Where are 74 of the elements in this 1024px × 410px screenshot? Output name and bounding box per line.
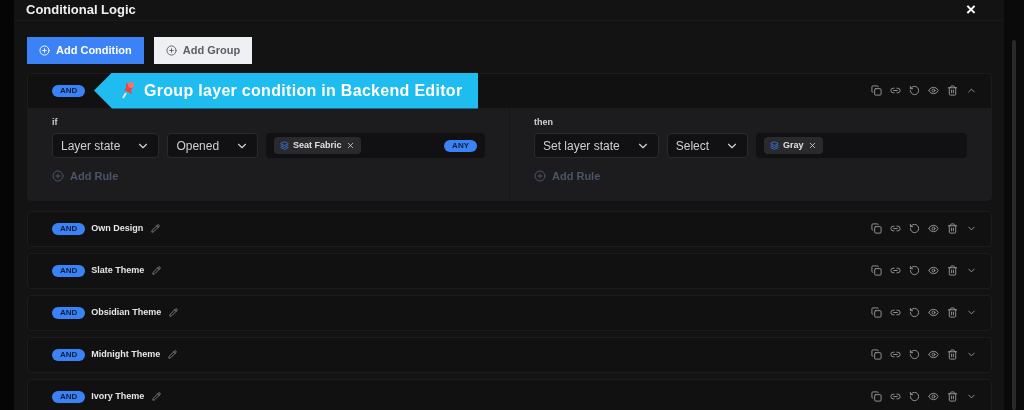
add-rule-button[interactable]: Add Rule: [534, 168, 601, 185]
remove-icon[interactable]: [807, 141, 817, 150]
section-label: then: [534, 115, 554, 129]
link-icon[interactable]: [890, 85, 901, 96]
edit-icon[interactable]: [168, 350, 178, 359]
group-name: Obsidian Theme: [91, 305, 162, 319]
close-button[interactable]: ×: [966, 1, 976, 19]
plus-icon: [534, 170, 546, 183]
reset-icon[interactable]: [909, 349, 920, 360]
link-icon[interactable]: [890, 349, 901, 360]
add-rule-button[interactable]: Add Rule: [52, 168, 119, 185]
copy-icon[interactable]: [871, 223, 882, 234]
eye-icon[interactable]: [928, 85, 939, 96]
operator-badge[interactable]: AND: [52, 390, 86, 403]
eye-icon[interactable]: [928, 265, 939, 276]
trash-icon[interactable]: [947, 85, 958, 96]
trash-icon[interactable]: [947, 349, 958, 360]
eye-icon[interactable]: [928, 349, 939, 360]
eye-icon[interactable]: [928, 391, 939, 402]
dropdown[interactable]: Layer state: [52, 133, 160, 158]
operator-badge[interactable]: AND: [52, 222, 86, 235]
copy-icon[interactable]: [871, 307, 882, 318]
group-name: Midnight Theme: [91, 347, 161, 361]
section-label: if: [52, 115, 59, 129]
operator-badge[interactable]: AND: [52, 264, 86, 277]
reset-icon[interactable]: [909, 265, 920, 276]
scrollbar[interactable]: [1012, 40, 1016, 410]
copy-icon[interactable]: [871, 391, 882, 402]
tags-field[interactable]: Seat Fabric ANY: [266, 133, 485, 158]
eye-icon[interactable]: [928, 307, 939, 318]
tags-field[interactable]: Gray: [756, 133, 967, 158]
link-icon[interactable]: [890, 391, 901, 402]
eye-icon[interactable]: [928, 223, 939, 234]
link-icon[interactable]: [890, 223, 901, 234]
operator-badge[interactable]: AND: [52, 348, 86, 361]
copy-icon[interactable]: [871, 85, 882, 96]
add-condition-button[interactable]: Add Condition: [27, 36, 144, 64]
trash-icon[interactable]: [947, 307, 958, 318]
edit-icon[interactable]: [169, 308, 179, 317]
trash-icon[interactable]: [947, 223, 958, 234]
remove-icon[interactable]: [345, 141, 355, 150]
dropdown[interactable]: Opened: [167, 133, 259, 158]
reset-icon[interactable]: [909, 307, 920, 318]
add-group-button[interactable]: Add Group: [153, 36, 253, 64]
tag-label: Gray: [783, 138, 804, 152]
match-badge[interactable]: ANY: [444, 139, 477, 152]
layer-icon: [770, 141, 780, 150]
dialog-title: Conditional Logic: [26, 1, 136, 19]
group-name: Ivory Theme: [91, 389, 145, 403]
group-name: Own Design: [91, 221, 144, 235]
operator-badge[interactable]: AND: [52, 84, 86, 97]
reset-icon[interactable]: [909, 223, 920, 234]
plus-icon: [52, 170, 64, 183]
edit-icon[interactable]: [152, 392, 162, 401]
plus-icon: [165, 44, 177, 56]
dropdown[interactable]: Set layer state: [534, 133, 659, 158]
edit-icon[interactable]: [152, 266, 162, 275]
trash-icon[interactable]: [947, 265, 958, 276]
reset-icon[interactable]: [909, 85, 920, 96]
pushpin-icon: [120, 80, 136, 101]
layer-icon: [280, 141, 290, 150]
reset-icon[interactable]: [909, 391, 920, 402]
group-name: Slate Theme: [91, 263, 145, 277]
callout-text: Group layer condition in Backend Editor: [144, 80, 463, 101]
copy-icon[interactable]: [871, 265, 882, 276]
link-icon[interactable]: [890, 265, 901, 276]
tag-label: Seat Fabric: [293, 138, 342, 152]
dropdown[interactable]: Select: [666, 133, 749, 158]
edit-icon[interactable]: [151, 224, 161, 233]
trash-icon[interactable]: [947, 391, 958, 402]
plus-icon: [39, 44, 50, 56]
link-icon[interactable]: [890, 307, 901, 318]
operator-badge[interactable]: AND: [52, 306, 86, 319]
copy-icon[interactable]: [871, 349, 882, 360]
